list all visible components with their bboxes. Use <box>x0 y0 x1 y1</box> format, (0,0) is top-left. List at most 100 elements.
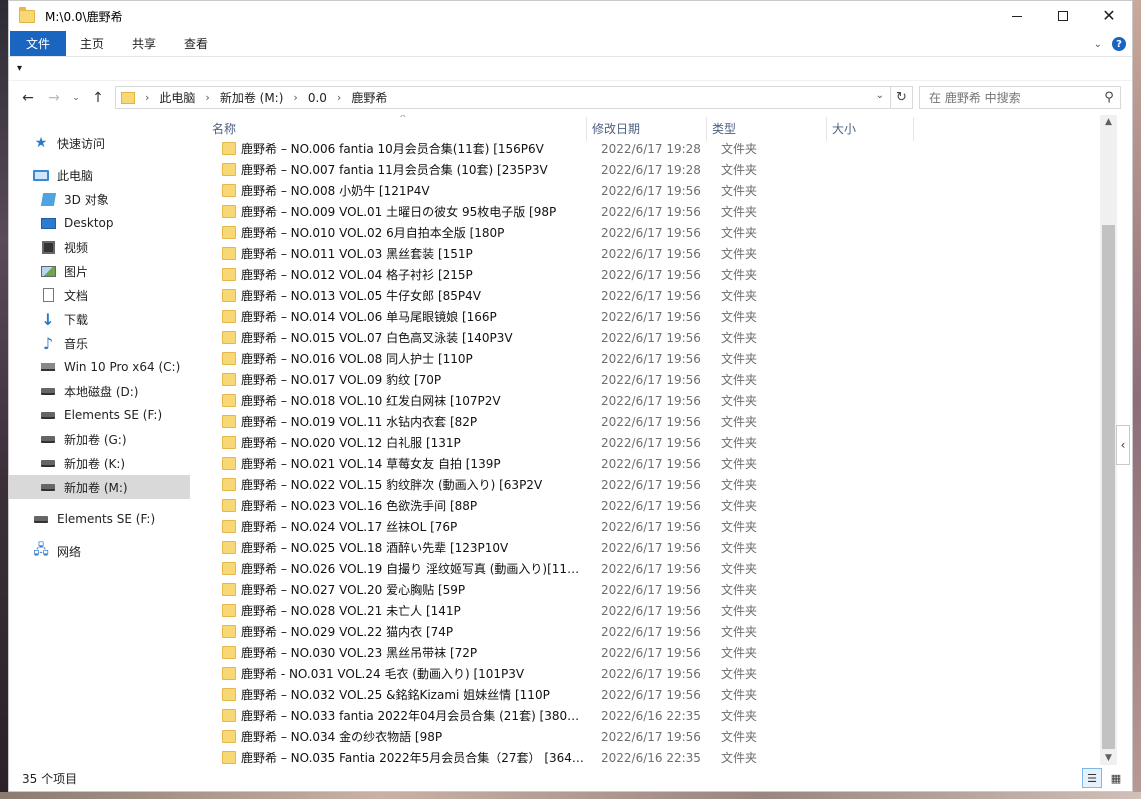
chevron-right-icon[interactable]: › <box>145 91 149 104</box>
file-row[interactable]: 鹿野希 – NO.018 VOL.10 红发白网袜 [107P2V 2022/6/… <box>203 390 1099 411</box>
file-row[interactable]: 鹿野希 – NO.034 金の纱衣物語 [98P 2022/6/17 19:56 文… <box>203 726 1099 747</box>
file-row[interactable]: 鹿野希 – NO.008 小奶牛 [121P4V 2022/6/17 19:56 文… <box>203 180 1099 201</box>
large-icons-view-icon[interactable]: ▦ <box>1106 768 1126 788</box>
file-row[interactable]: 鹿野希 – NO.025 VOL.18 酒醉い先辈 [123P10V 2022/6… <box>203 537 1099 558</box>
details-view-icon[interactable]: ☰ <box>1082 768 1102 788</box>
file-row[interactable]: 鹿野希 – NO.016 VOL.08 同人护士 [110P 2022/6/17 … <box>203 348 1099 369</box>
sidebar-item-this-pc[interactable]: 此电脑 <box>9 163 190 187</box>
sidebar-item-quick-access[interactable]: ★ 快速访问 <box>9 131 190 155</box>
file-row[interactable]: 鹿野希 – NO.032 VOL.25 &銘銘Kizami 姐妹丝情 [110P… <box>203 684 1099 705</box>
file-row[interactable]: 鹿野希 – NO.006 fantia 10月会员合集(11套) [156P6V… <box>203 138 1099 159</box>
refresh-button[interactable]: ↻ <box>890 87 912 108</box>
forward-button[interactable]: → <box>41 90 67 106</box>
folder-icon <box>222 646 236 659</box>
search-box[interactable]: ⚲ <box>919 86 1121 109</box>
folder-icon <box>222 520 236 533</box>
file-date: 2022/6/17 19:56 <box>601 288 701 303</box>
breadcrumb-folder[interactable]: 0.0 <box>308 91 327 105</box>
customize-toolbar-icon[interactable]: ▾ <box>17 63 22 74</box>
recent-locations-icon[interactable]: ⌄ <box>67 93 85 103</box>
file-row[interactable]: 鹿野希 – NO.030 VOL.23 黑丝吊带袜 [72P 2022/6/17 … <box>203 642 1099 663</box>
search-icon[interactable]: ⚲ <box>1098 90 1120 105</box>
sidebar-item-network[interactable]: 🖧 网络 <box>9 539 190 563</box>
file-date: 2022/6/17 19:56 <box>601 519 701 534</box>
expand-ribbon-button[interactable]: ⌄ <box>1094 39 1102 50</box>
file-row[interactable]: 鹿野希 - NO.031 VOL.24 毛衣 (動画入り) [101P3V 202… <box>203 663 1099 684</box>
file-row[interactable]: 鹿野希 – NO.010 VOL.02 6月自拍本全版 [180P 2022/6/… <box>203 222 1099 243</box>
tab-home[interactable]: 主页 <box>66 31 118 56</box>
file-row[interactable]: 鹿野希 – NO.028 VOL.21 未亡人 [141P 2022/6/17 1… <box>203 600 1099 621</box>
file-type: 文件夹 <box>721 415 758 429</box>
sidebar-item-documents[interactable]: 文档 <box>9 283 190 307</box>
chevron-down-icon[interactable]: ⌄ <box>876 90 884 101</box>
file-row[interactable]: 鹿野希 – NO.013 VOL.05 牛仔女郎 [85P4V 2022/6/17… <box>203 285 1099 306</box>
sidebar-item-drive-k[interactable]: 新加卷 (K:) <box>9 451 190 475</box>
folder-icon <box>222 352 236 365</box>
maximize-button[interactable] <box>1040 1 1086 31</box>
tab-share[interactable]: 共享 <box>118 31 170 56</box>
title-bar[interactable]: M:\0.0\鹿野希 ✕ <box>9 1 1132 31</box>
file-name: 鹿野希 – NO.006 fantia 10月会员合集(11套) [156P6V <box>241 142 544 156</box>
back-button[interactable]: ← <box>15 90 41 106</box>
file-row[interactable]: 鹿野希 – NO.035 Fantia 2022年5月会员合集（27套） [36… <box>203 747 1099 765</box>
file-row[interactable]: 鹿野希 – NO.014 VOL.06 单马尾眼镜娘 [166P 2022/6/1… <box>203 306 1099 327</box>
sidebar-item-drive-g[interactable]: 新加卷 (G:) <box>9 427 190 451</box>
file-row[interactable]: 鹿野希 – NO.012 VOL.04 格子衬衫 [215P 2022/6/17 … <box>203 264 1099 285</box>
file-type: 文件夹 <box>721 751 758 765</box>
chevron-right-icon[interactable]: › <box>337 91 341 104</box>
breadcrumb-drive[interactable]: 新加卷 (M:) <box>220 89 284 106</box>
sidebar-item-drive-c[interactable]: Win 10 Pro x64 (C:) <box>9 355 190 379</box>
breadcrumb-this-pc[interactable]: 此电脑 <box>159 89 195 106</box>
sidebar-item-elements-se[interactable]: Elements SE (F:) <box>9 507 190 531</box>
search-input[interactable] <box>920 90 1098 105</box>
file-row[interactable]: 鹿野希 – NO.019 VOL.11 水钻内衣套 [82P 2022/6/17 … <box>203 411 1099 432</box>
close-button[interactable]: ✕ <box>1086 1 1132 31</box>
chevron-right-icon[interactable]: › <box>205 91 209 104</box>
file-row[interactable]: 鹿野希 – NO.015 VOL.07 白色高叉泳装 [140P3V 2022/6… <box>203 327 1099 348</box>
file-row[interactable]: 鹿野希 – NO.027 VOL.20 爱心胸贴 [59P 2022/6/17 1… <box>203 579 1099 600</box>
file-row[interactable]: 鹿野希 – NO.026 VOL.19 自撮り 淫纹姬写真 (動画入り)[113… <box>203 558 1099 579</box>
file-type: 文件夹 <box>721 373 758 387</box>
sidebar-item-drive-d[interactable]: 本地磁盘 (D:) <box>9 379 190 403</box>
file-type: 文件夹 <box>721 604 758 618</box>
file-row[interactable]: 鹿野希 – NO.007 fantia 11月会员合集 (10套) [235P3… <box>203 159 1099 180</box>
folder-icon <box>222 562 236 575</box>
file-name: 鹿野希 - NO.031 VOL.24 毛衣 (動画入り) [101P3V <box>241 667 525 681</box>
sidebar-item-downloads[interactable]: ↓ 下载 <box>9 307 190 331</box>
sidebar-item-videos[interactable]: 视频 <box>9 235 190 259</box>
vertical-scrollbar[interactable]: ▲ ▼ <box>1100 115 1117 765</box>
computer-icon <box>33 168 49 182</box>
file-row[interactable]: 鹿野希 – NO.022 VOL.15 豹纹胖次 (動画入り) [63P2V 20… <box>203 474 1099 495</box>
file-row[interactable]: 鹿野希 – NO.020 VOL.12 白礼服 [131P 2022/6/17 1… <box>203 432 1099 453</box>
minimize-button[interactable] <box>994 1 1040 31</box>
file-name: 鹿野希 – NO.008 小奶牛 [121P4V <box>241 184 430 198</box>
navigation-bar: ← → ⌄ ↑ › 此电脑 › 新加卷 (M:) › 0.0 › 鹿野希 ⌄ ↻… <box>9 81 1132 115</box>
up-button[interactable]: ↑ <box>85 90 111 106</box>
tab-view[interactable]: 查看 <box>170 31 222 56</box>
folder-icon <box>222 478 236 491</box>
scroll-up-icon[interactable]: ▲ <box>1100 117 1117 127</box>
file-row[interactable]: 鹿野希 – NO.023 VOL.16 色欲洗手间 [88P 2022/6/17 … <box>203 495 1099 516</box>
tab-file[interactable]: 文件 <box>10 31 67 56</box>
file-row[interactable]: 鹿野希 – NO.024 VOL.17 丝袜OL [76P 2022/6/17 1… <box>203 516 1099 537</box>
sidebar-item-desktop[interactable]: Desktop <box>9 211 190 235</box>
file-row[interactable]: 鹿野希 – NO.009 VOL.01 土曜日の彼女 95枚电子版 [98P 20… <box>203 201 1099 222</box>
sidebar-item-3d-objects[interactable]: 3D 对象 <box>9 187 190 211</box>
file-row[interactable]: 鹿野希 – NO.017 VOL.09 豹纹 [70P 2022/6/17 19:… <box>203 369 1099 390</box>
help-icon[interactable]: ? <box>1112 37 1126 51</box>
sidebar-item-drive-f[interactable]: Elements SE (F:) <box>9 403 190 427</box>
address-bar[interactable]: › 此电脑 › 新加卷 (M:) › 0.0 › 鹿野希 ⌄ ↻ <box>115 86 913 109</box>
file-row[interactable]: 鹿野希 – NO.021 VOL.14 草莓女友 自拍 [139P 2022/6/… <box>203 453 1099 474</box>
breadcrumb-current[interactable]: 鹿野希 <box>351 89 387 106</box>
file-row[interactable]: 鹿野希 – NO.011 VOL.03 黑丝套装 [151P 2022/6/17 … <box>203 243 1099 264</box>
scroll-down-icon[interactable]: ▼ <box>1100 753 1117 763</box>
preview-pane-toggle[interactable]: ‹ <box>1116 425 1130 465</box>
chevron-right-icon[interactable]: › <box>293 91 297 104</box>
sidebar-item-music[interactable]: ♪ 音乐 <box>9 331 190 355</box>
file-name: 鹿野希 – NO.030 VOL.23 黑丝吊带袜 [72P <box>241 646 478 660</box>
file-row[interactable]: 鹿野希 – NO.033 fantia 2022年04月会员合集 (21套) [… <box>203 705 1099 726</box>
scrollbar-thumb[interactable] <box>1102 225 1115 749</box>
sidebar-item-pictures[interactable]: 图片 <box>9 259 190 283</box>
sidebar-item-drive-m[interactable]: 新加卷 (M:) <box>9 475 190 499</box>
file-row[interactable]: 鹿野希 – NO.029 VOL.22 猫内衣 [74P 2022/6/17 19… <box>203 621 1099 642</box>
